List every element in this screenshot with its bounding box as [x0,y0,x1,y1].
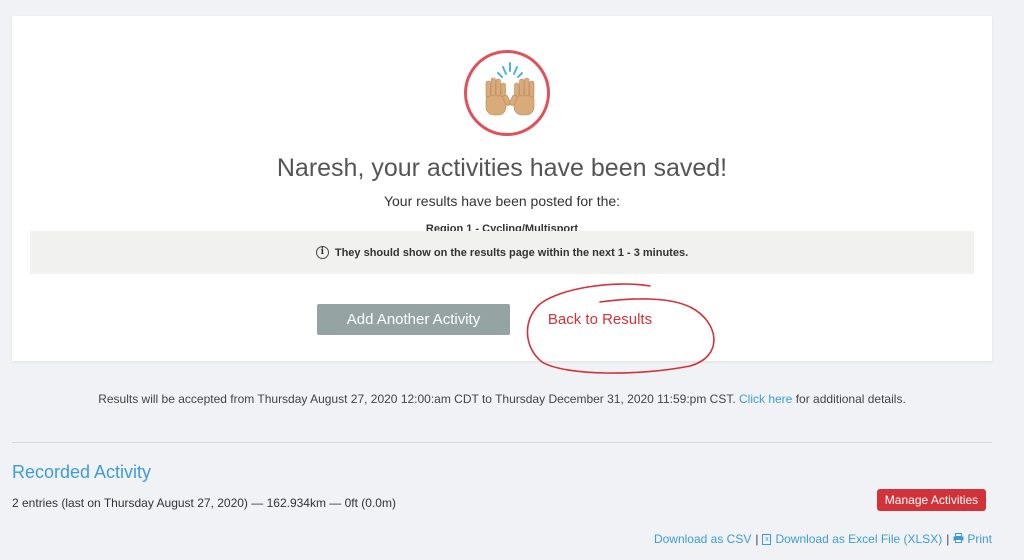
separator: | [946,532,950,546]
info-icon: i [315,246,329,259]
acceptance-period: Results will be accepted from Thursday A… [0,392,1004,406]
section-divider [12,442,992,443]
acceptance-suffix: for additional details. [795,392,906,406]
back-to-results-button[interactable]: Back to Results [520,304,680,335]
recorded-activity-title: Recorded Activity [12,462,152,482]
separator: | [755,532,759,546]
download-links: Download as CSV | x Download as Excel Fi… [654,532,992,546]
download-csv-link[interactable]: Download as CSV [654,532,751,546]
print-link[interactable]: Print [967,532,992,546]
print-icon [953,532,964,546]
acceptance-text: Results will be accepted from Thursday A… [98,392,736,406]
entries-summary: 2 entries (last on Thursday August 27, 2… [12,496,396,510]
info-notice: i They should show on the results page w… [30,231,974,274]
notice-text: They should show on the results page wit… [334,246,689,259]
raising-hands-icon [464,50,550,136]
page-title: Naresh, your activities have been saved! [276,154,728,182]
add-another-activity-button[interactable]: Add Another Activity [317,304,510,335]
confirmation-card: Naresh, your activities have been saved!… [12,16,992,374]
manage-activities-button[interactable]: Manage Activities [877,489,986,511]
download-xlsx-link[interactable]: Download as Excel File (XLSX) [775,532,942,546]
excel-file-icon: x [762,533,772,545]
click-here-link[interactable]: Click here [739,392,792,406]
posted-for-label: Your results have been posted for the: [383,193,621,209]
